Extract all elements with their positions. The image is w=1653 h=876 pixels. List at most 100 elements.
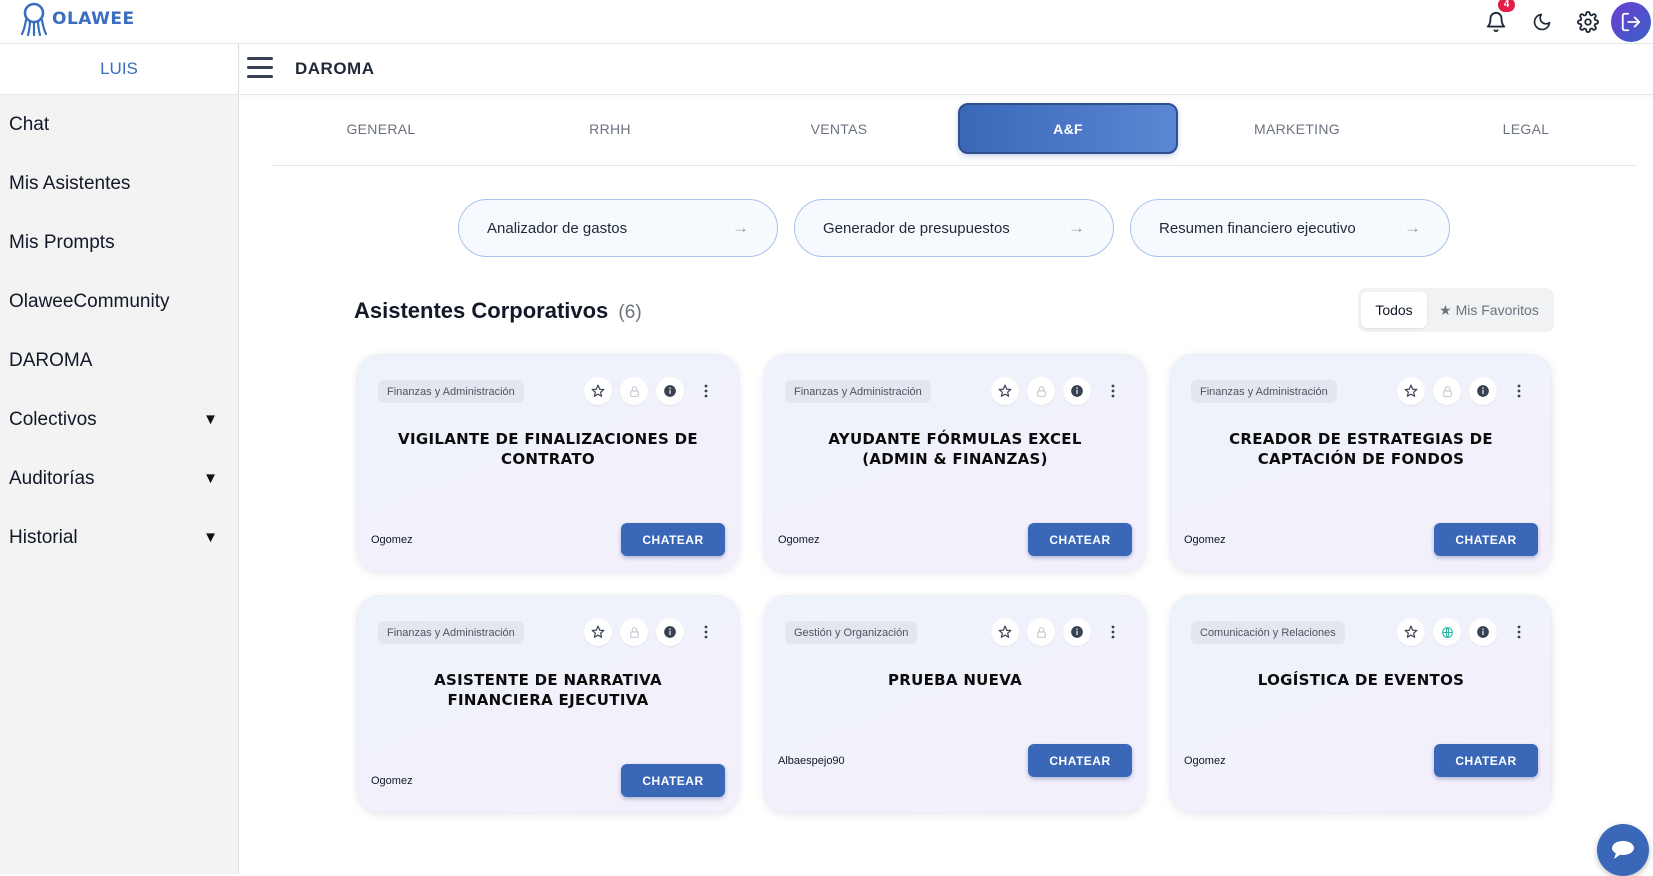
assistant-card: Finanzas y Administración AYUDANTE FÓRMUL… bbox=[764, 354, 1146, 572]
prompt-pill[interactable]: Generador de presupuestos → bbox=[794, 199, 1114, 257]
info-icon[interactable] bbox=[1063, 618, 1091, 646]
tab-general[interactable]: GENERAL bbox=[271, 103, 491, 154]
caret-down-icon: ▼ bbox=[203, 411, 218, 428]
card-title: LOGÍSTICA DE EVENTOS bbox=[1257, 671, 1465, 689]
more-options-icon[interactable] bbox=[692, 377, 720, 405]
chat-button[interactable]: CHATEAR bbox=[621, 764, 725, 797]
card-author: Ogomez bbox=[778, 534, 820, 546]
tab-marketing[interactable]: MARKETING bbox=[1187, 103, 1407, 154]
section-count: (6) bbox=[618, 302, 642, 323]
info-icon[interactable] bbox=[1469, 377, 1497, 405]
category-tag: Finanzas y Administración bbox=[378, 380, 524, 403]
favorite-star-icon[interactable] bbox=[584, 377, 612, 405]
sidebar-user-name[interactable]: LUIS bbox=[0, 44, 238, 95]
favorite-star-icon[interactable] bbox=[991, 618, 1019, 646]
logo-text: OLAWEE bbox=[52, 9, 135, 29]
sidebar-item-label: Chat bbox=[9, 113, 50, 135]
lock-icon bbox=[1027, 618, 1055, 646]
sidebar-item-label: OlaweeCommunity bbox=[9, 290, 170, 312]
assistant-card: Finanzas y Administración CREADOR DE ESTR… bbox=[1170, 354, 1552, 572]
favorite-star-icon[interactable] bbox=[1397, 377, 1425, 405]
assistant-card: Comunicación y Relaciones LOGÍSTICA DE EV… bbox=[1170, 595, 1552, 813]
info-icon[interactable] bbox=[656, 618, 684, 646]
sidebar-item-mis-asistentes[interactable]: Mis Asistentes bbox=[0, 154, 238, 213]
more-options-icon[interactable] bbox=[1099, 618, 1127, 646]
sidebar-item-auditorias[interactable]: Auditorías ▼ bbox=[0, 449, 238, 508]
sidebar-item-olaweecommunity[interactable]: OlaweeCommunity bbox=[0, 272, 238, 331]
org-header: DAROMA bbox=[240, 44, 1653, 95]
info-icon[interactable] bbox=[1469, 618, 1497, 646]
arrow-right-icon: → bbox=[1404, 218, 1421, 237]
category-tag: Finanzas y Administración bbox=[785, 380, 931, 403]
card-author: Albaespejo90 bbox=[778, 755, 845, 767]
sidebar-item-label: Mis Asistentes bbox=[9, 172, 131, 194]
chat-button[interactable]: CHATEAR bbox=[1434, 523, 1538, 556]
info-icon[interactable] bbox=[656, 377, 684, 405]
tab-ventas[interactable]: VENTAS bbox=[729, 103, 949, 154]
section-title-text: Asistentes Corporativos bbox=[354, 298, 609, 323]
filter-favorites-button[interactable]: ★ Mis Favoritos bbox=[1427, 292, 1551, 328]
chat-button[interactable]: CHATEAR bbox=[1028, 523, 1132, 556]
floating-chat-button[interactable] bbox=[1597, 824, 1649, 876]
prompt-pill[interactable]: Resumen financiero ejecutivo → bbox=[1130, 199, 1450, 257]
olawee-logo[interactable]: OLAWEE bbox=[20, 2, 135, 36]
page-title: DAROMA bbox=[295, 59, 375, 78]
gear-icon bbox=[1577, 11, 1599, 33]
section-title: Asistentes Corporativos (6) bbox=[354, 298, 642, 324]
favorite-star-icon[interactable] bbox=[1397, 618, 1425, 646]
favorite-star-icon[interactable] bbox=[584, 618, 612, 646]
hamburger-menu-icon[interactable] bbox=[247, 57, 273, 81]
sidebar: LUIS Chat Mis Asistentes Mis Prompts Ola… bbox=[0, 44, 239, 874]
favorite-star-icon[interactable] bbox=[991, 377, 1019, 405]
logout-button[interactable] bbox=[1611, 2, 1651, 42]
sidebar-item-label: DAROMA bbox=[9, 349, 93, 371]
octopus-logo-icon bbox=[20, 2, 48, 36]
category-tag: Gestión y Organización bbox=[785, 621, 918, 644]
chat-button[interactable]: CHATEAR bbox=[1028, 744, 1132, 777]
prompt-pill[interactable]: Analizador de gastos → bbox=[458, 199, 778, 257]
card-title: ASISTENTE DE NARRATIVA FINANCIERA EJECUT… bbox=[434, 671, 662, 709]
more-options-icon[interactable] bbox=[1505, 377, 1533, 405]
prompt-label: Resumen financiero ejecutivo bbox=[1159, 219, 1356, 237]
filter-all-button[interactable]: Todos bbox=[1361, 292, 1427, 328]
sidebar-item-label: Mis Prompts bbox=[9, 231, 115, 253]
tab-legal[interactable]: LEGAL bbox=[1416, 103, 1636, 154]
chat-bubble-icon bbox=[1612, 841, 1634, 859]
sidebar-item-mis-prompts[interactable]: Mis Prompts bbox=[0, 213, 238, 272]
sidebar-item-daroma[interactable]: DAROMA bbox=[0, 331, 238, 390]
sidebar-item-historial[interactable]: Historial ▼ bbox=[0, 508, 238, 567]
settings-button[interactable] bbox=[1565, 0, 1611, 44]
notifications-button[interactable]: 4 bbox=[1473, 0, 1519, 44]
arrow-right-icon: → bbox=[732, 218, 749, 237]
lock-icon bbox=[1433, 377, 1461, 405]
tab-rrhh[interactable]: RRHH bbox=[500, 103, 720, 154]
card-author: Ogomez bbox=[371, 775, 413, 787]
moon-icon bbox=[1533, 13, 1551, 31]
bell-icon bbox=[1486, 12, 1506, 33]
assistant-card: Finanzas y Administración VIGILANTE DE FI… bbox=[357, 354, 739, 572]
sidebar-item-chat[interactable]: Chat bbox=[0, 95, 238, 154]
sidebar-item-label: Auditorías bbox=[9, 467, 95, 489]
category-tag: Comunicación y Relaciones bbox=[1191, 621, 1345, 644]
more-options-icon[interactable] bbox=[692, 618, 720, 646]
lock-icon bbox=[620, 377, 648, 405]
notification-badge: 4 bbox=[1498, 0, 1515, 12]
tab-a-and-f[interactable]: A&F bbox=[958, 103, 1178, 154]
category-tag: Finanzas y Administración bbox=[1191, 380, 1337, 403]
card-author: Ogomez bbox=[1184, 534, 1226, 546]
more-options-icon[interactable] bbox=[1505, 618, 1533, 646]
filter-toggle: Todos ★ Mis Favoritos bbox=[1358, 288, 1554, 332]
lock-icon bbox=[620, 618, 648, 646]
globe-icon bbox=[1433, 618, 1461, 646]
sidebar-item-label: Historial bbox=[9, 526, 78, 548]
caret-down-icon: ▼ bbox=[203, 470, 218, 487]
info-icon[interactable] bbox=[1063, 377, 1091, 405]
dark-mode-toggle[interactable] bbox=[1519, 0, 1565, 44]
more-options-icon[interactable] bbox=[1099, 377, 1127, 405]
chat-button[interactable]: CHATEAR bbox=[1434, 744, 1538, 777]
sidebar-item-colectivos[interactable]: Colectivos ▼ bbox=[0, 390, 238, 449]
card-title: AYUDANTE FÓRMULAS EXCEL (ADMIN & FINANZA… bbox=[828, 430, 1082, 468]
chat-button[interactable]: CHATEAR bbox=[621, 523, 725, 556]
caret-down-icon: ▼ bbox=[203, 529, 218, 546]
assistant-card: Gestión y Organización PRUEBA NUEVA Albaes… bbox=[764, 595, 1146, 813]
